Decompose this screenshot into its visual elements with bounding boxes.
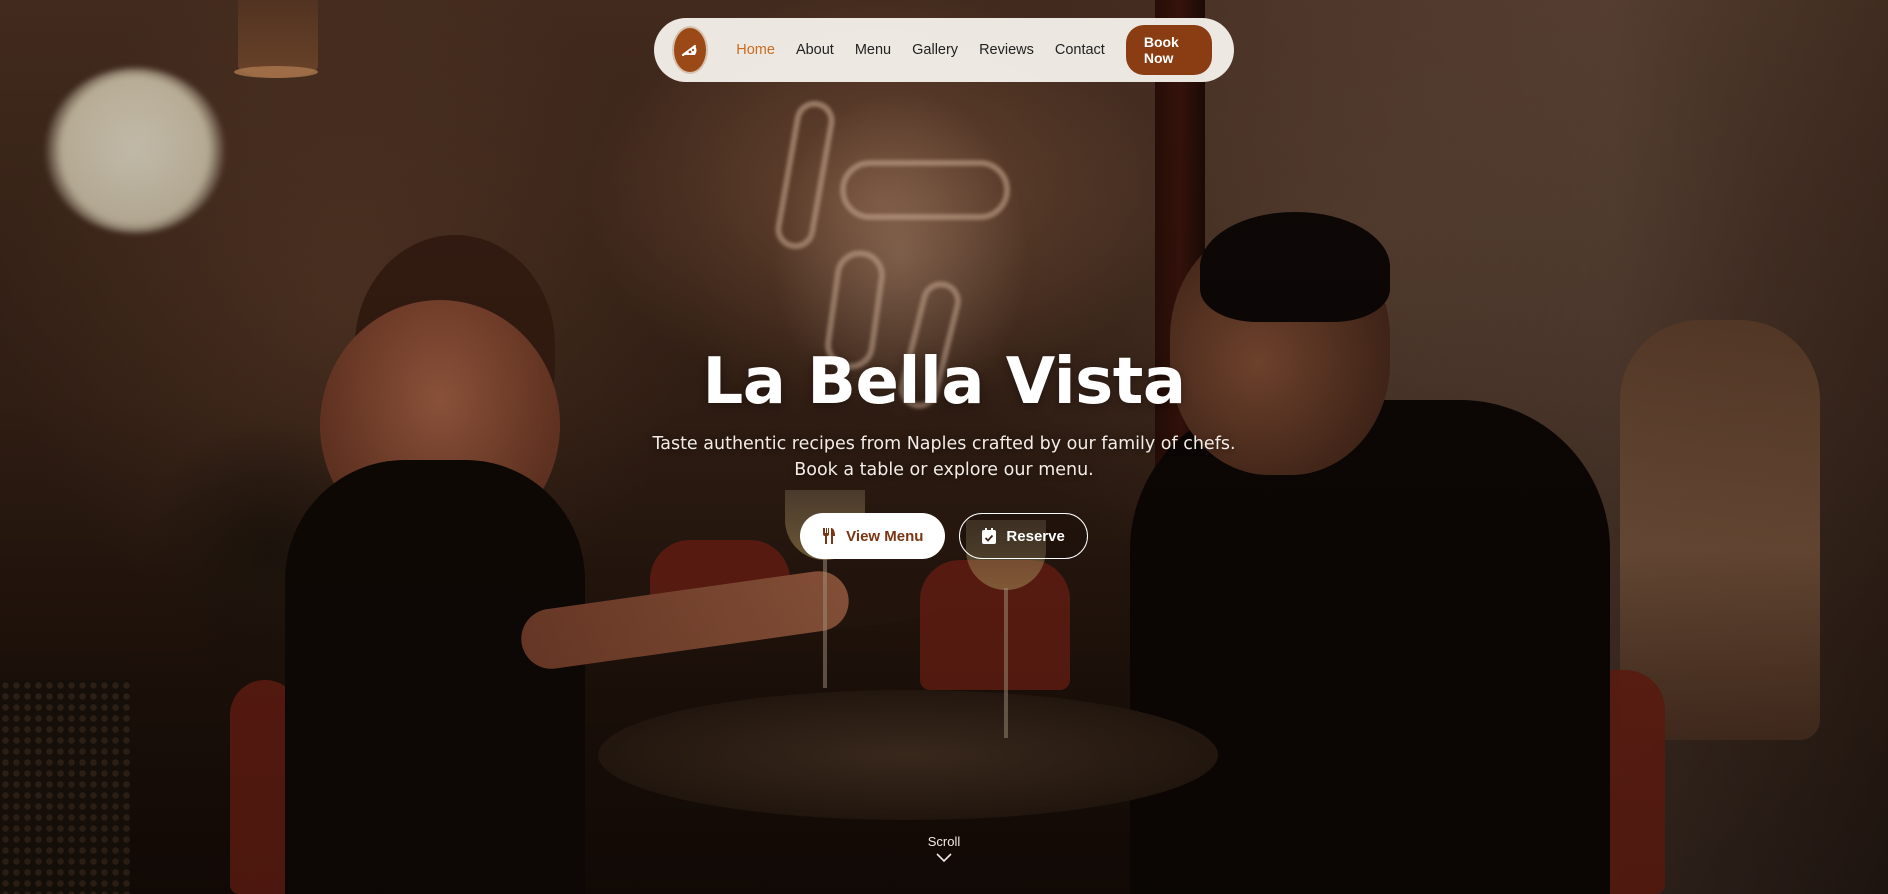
nav-links: Home About Menu Gallery Reviews Contact (736, 42, 1126, 58)
view-menu-button[interactable]: View Menu (800, 513, 946, 559)
chevron-down-icon (936, 853, 952, 863)
reserve-label: Reserve (1006, 527, 1065, 545)
scroll-indicator[interactable]: Scroll (0, 834, 1888, 863)
book-now-button[interactable]: Book Now (1125, 25, 1212, 75)
pizza-slice-icon (682, 44, 697, 57)
hero-title: La Bella Vista (702, 345, 1187, 419)
nav-link-gallery[interactable]: Gallery (912, 42, 958, 58)
hero-subtitle: Taste authentic recipes from Naples craf… (652, 434, 1236, 480)
nav-link-home[interactable]: Home (736, 42, 775, 58)
view-menu-label: View Menu (846, 527, 924, 545)
nav-link-menu[interactable]: Menu (855, 42, 891, 58)
logo[interactable] (674, 28, 707, 72)
utensils-icon (823, 528, 836, 544)
hero-section: La Bella Vista Taste authentic recipes f… (0, 345, 1888, 559)
cta-row: View Menu Reserve (0, 513, 1888, 559)
nav-link-reviews[interactable]: Reviews (979, 42, 1034, 58)
calendar-check-icon (982, 528, 997, 544)
scroll-label: Scroll (927, 834, 961, 849)
reserve-button[interactable]: Reserve (959, 513, 1088, 559)
nav-link-about[interactable]: About (796, 42, 834, 58)
navbar: Home About Menu Gallery Reviews Contact … (654, 18, 1234, 82)
nav-link-contact[interactable]: Contact (1055, 42, 1105, 58)
